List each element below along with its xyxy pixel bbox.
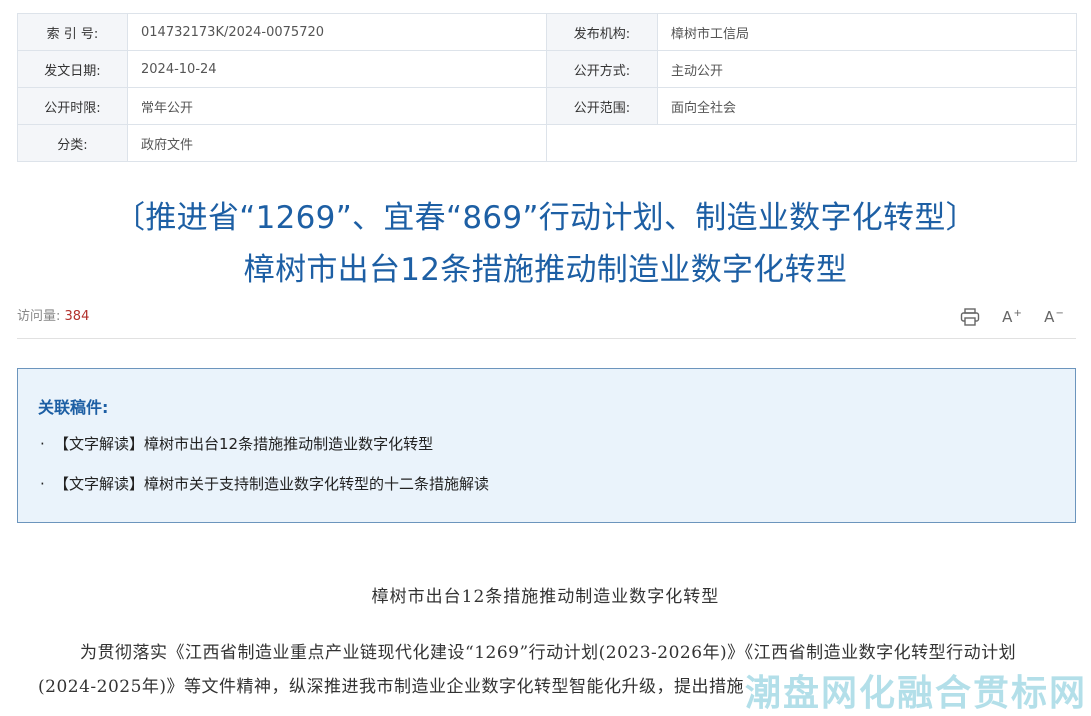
category-value: 政府文件 [127,124,547,162]
bullet-icon: · [40,435,45,453]
title-line-1: 〔推进省“1269”、宜春“869”行动计划、制造业数字化转型〕 [114,200,977,236]
visit-label: 访问量: [17,309,61,324]
print-button[interactable] [959,306,981,328]
empty-cell [546,124,1077,162]
open-mode-label: 公开方式: [546,50,658,88]
issue-date-label: 发文日期: [17,50,128,88]
related-link-1[interactable]: 【文字解读】樟树市出台12条措施推动制造业数字化转型 [54,429,433,469]
toolbar: A+ A− [959,306,1065,328]
category-label: 分类: [17,124,128,162]
font-decrease-button[interactable]: A− [1043,306,1065,328]
watermark: 潮盘网化融合贯标网 [744,673,1087,714]
related-link-2[interactable]: 【文字解读】樟树市关于支持制造业数字化转型的十二条措施解读 [54,469,489,509]
font-increase-button[interactable]: A+ [1001,306,1023,328]
font-increase-icon: A+ [1002,308,1022,326]
related-articles-box: 关联稿件: · 【文字解读】樟树市出台12条措施推动制造业数字化转型 · 【文字… [17,368,1076,523]
divider [17,338,1076,339]
related-item: · 【文字解读】樟树市关于支持制造业数字化转型的十二条措施解读 [40,469,489,509]
related-item: · 【文字解读】樟树市出台12条措施推动制造业数字化转型 [40,429,489,469]
font-decrease-icon: A− [1044,308,1064,326]
open-time-label: 公开时限: [17,87,128,125]
issue-date-value: 2024-10-24 [127,50,547,88]
page-title: 〔推进省“1269”、宜春“869”行动计划、制造业数字化转型〕 樟树市出台12… [0,192,1091,296]
title-line-2: 樟树市出台12条措施推动制造业数字化转型 [243,252,848,288]
visit-counter: 访问量: 384 [17,305,89,324]
index-number-value: 014732173K/2024-0075720 [127,13,547,51]
open-scope-label: 公开范围: [546,87,658,125]
open-time-value: 常年公开 [127,87,547,125]
article-title: 樟树市出台12条措施推动制造业数字化转型 [371,587,720,607]
publisher-value: 樟树市工信局 [657,13,1077,51]
bullet-icon: · [40,475,45,493]
index-number-label: 索 引 号: [17,13,128,51]
open-scope-value: 面向全社会 [657,87,1077,125]
related-heading: 关联稿件: [38,398,109,417]
related-list: · 【文字解读】樟树市出台12条措施推动制造业数字化转型 · 【文字解读】樟树市… [40,429,489,509]
visit-count: 384 [64,309,90,324]
open-mode-value: 主动公开 [657,50,1077,88]
print-icon [960,308,980,326]
publisher-label: 发布机构: [546,13,658,51]
document-meta-table: 索 引 号: 014732173K/2024-0075720 发布机构: 樟树市… [17,13,1077,162]
